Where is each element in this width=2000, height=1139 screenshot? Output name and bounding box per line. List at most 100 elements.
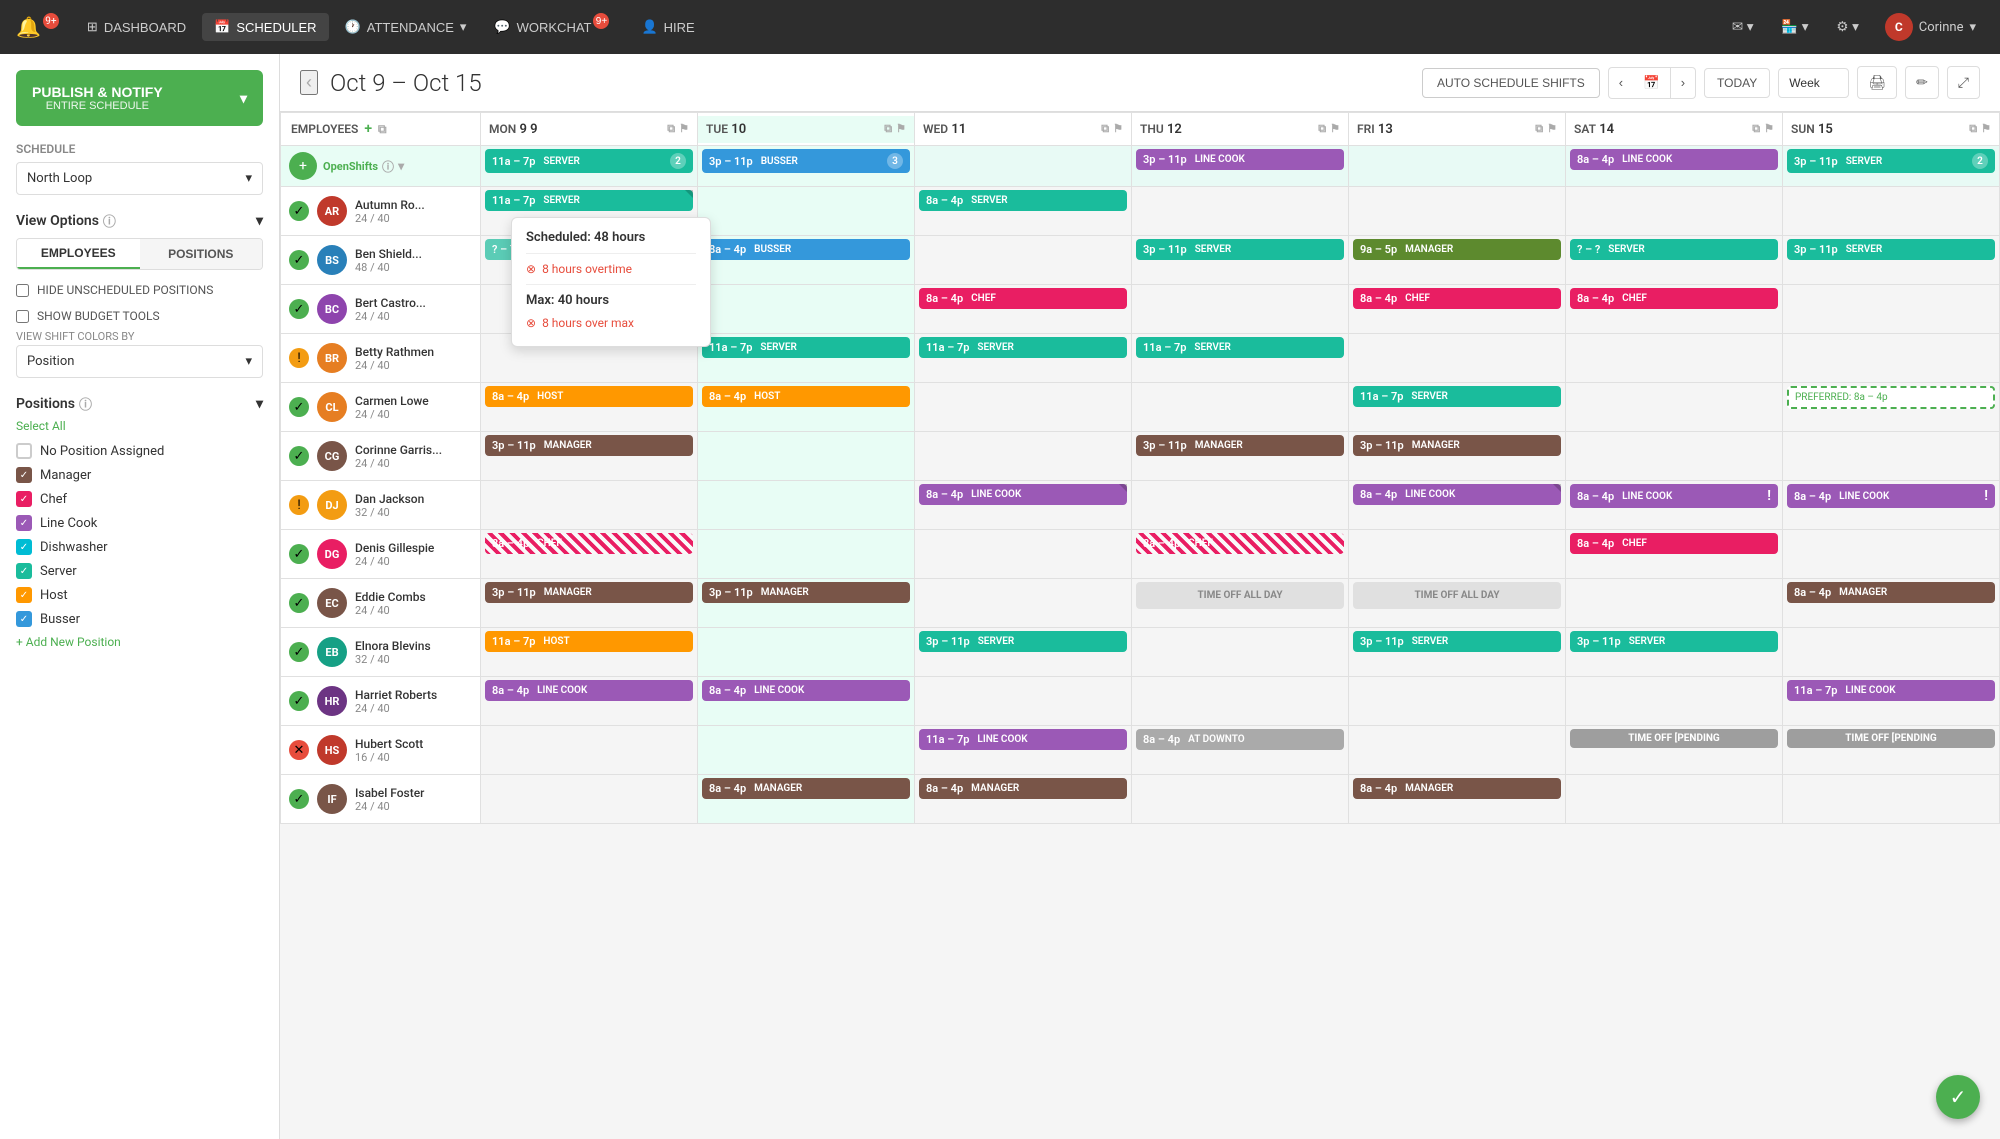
carmen-sun-cell[interactable]: PREFERRED: 8a – 4p (1783, 383, 2000, 432)
ben-sat-shift[interactable]: ? – ? SERVER (1570, 239, 1778, 260)
host-checkbox[interactable]: ✓ (16, 587, 32, 603)
bert-sat-shift[interactable]: 8a – 4p CHEF (1570, 288, 1778, 309)
denis-tue-cell[interactable] (698, 530, 915, 579)
open-sat-cell[interactable]: 8a – 4p LINE COOK (1566, 146, 1783, 187)
print-btn[interactable]: 🖨 (1857, 66, 1897, 99)
user-menu-btn[interactable]: C Corinne ▾ (1877, 9, 1984, 45)
edit-btn[interactable]: ✏ (1905, 66, 1939, 99)
prev-week-btn[interactable]: ‹ (1608, 67, 1633, 99)
eddie-sat-cell[interactable] (1566, 579, 1783, 628)
sun-copy-icon[interactable]: ⧉ (1969, 122, 1977, 136)
mon-copy-icon[interactable]: ⧉ (667, 122, 675, 136)
employees-view-btn[interactable]: EMPLOYEES (17, 239, 140, 269)
carmen-tue-shift[interactable]: 8a – 4p HOST (702, 386, 910, 407)
denis-mon-cell[interactable]: 8a – 4p CHEF (481, 530, 698, 579)
carmen-fri-shift[interactable]: 11a – 7p SERVER (1353, 386, 1561, 407)
copy-icon[interactable]: ⧉ (378, 122, 387, 137)
ben-thu-shift[interactable]: 3p – 11p SERVER (1136, 239, 1344, 260)
denis-sat-cell[interactable]: 8a – 4p CHEF (1566, 530, 1783, 579)
denis-fri-cell[interactable] (1349, 530, 1566, 579)
denis-sun-cell[interactable] (1783, 530, 2000, 579)
eddie-sun-cell[interactable]: 8a – 4p MANAGER (1783, 579, 2000, 628)
isabel-wed-shift[interactable]: 8a – 4p MANAGER (919, 778, 1127, 799)
back-btn[interactable]: ‹ (300, 70, 318, 95)
show-budget-checkbox[interactable]: SHOW BUDGET TOOLS (16, 306, 263, 326)
eddie-wed-cell[interactable] (915, 579, 1132, 628)
hubert-sat-cell[interactable]: TIME OFF [PENDING (1566, 726, 1783, 775)
harriet-wed-cell[interactable] (915, 677, 1132, 726)
ben-sat-cell[interactable]: ? – ? SERVER (1566, 236, 1783, 285)
fri-copy-icon[interactable]: ⧉ (1535, 122, 1543, 136)
no-position-checkbox[interactable] (16, 443, 32, 459)
harriet-tue-cell[interactable]: 8a – 4p LINE COOK (698, 677, 915, 726)
carmen-tue-cell[interactable]: 8a – 4p HOST (698, 383, 915, 432)
wed-copy-icon[interactable]: ⧉ (1101, 122, 1109, 136)
dan-sat-shift[interactable]: 8a – 4p LINE COOK ! (1570, 484, 1778, 508)
betty-thu-shift[interactable]: 11a – 7p SERVER (1136, 337, 1344, 358)
corinne-mon-cell[interactable]: 3p – 11p MANAGER (481, 432, 698, 481)
tue-copy-icon[interactable]: ⧉ (884, 122, 892, 136)
scheduler-nav-btn[interactable]: 📅 SCHEDULER (202, 13, 328, 41)
denis-thu-shift[interactable]: 8a – 4p CHEF (1136, 533, 1344, 554)
corinne-wed-cell[interactable] (915, 432, 1132, 481)
carmen-mon-shift[interactable]: 8a – 4p HOST (485, 386, 693, 407)
sat-flag-icon[interactable]: ⚑ (1764, 122, 1774, 136)
next-week-btn[interactable]: › (1671, 67, 1696, 99)
autumn-mon-cell[interactable]: 11a – 7p SERVER Scheduled: 48 hours ⊗ (481, 187, 698, 236)
open-sun-cell[interactable]: 3p – 11p SERVER 2 (1783, 146, 2000, 187)
corinne-sun-cell[interactable] (1783, 432, 2000, 481)
bell-icon[interactable]: 🔔 (16, 15, 41, 39)
bert-wed-cell[interactable]: 8a – 4p CHEF (915, 285, 1132, 334)
dan-wed-shift[interactable]: 8a – 4p LINE COOK (919, 484, 1127, 505)
isabel-fri-shift[interactable]: 8a – 4p MANAGER (1353, 778, 1561, 799)
open-tue-cell[interactable]: 3p – 11p BUSSER 3 (698, 146, 915, 187)
autumn-mon-shift[interactable]: 11a – 7p SERVER (485, 190, 693, 211)
ben-tue-cell[interactable]: 8a – 4p BUSSER (698, 236, 915, 285)
corinne-sat-cell[interactable] (1566, 432, 1783, 481)
elnora-thu-cell[interactable] (1132, 628, 1349, 677)
carmen-wed-cell[interactable] (915, 383, 1132, 432)
harriet-fri-cell[interactable] (1349, 677, 1566, 726)
isabel-sun-cell[interactable] (1783, 775, 2000, 824)
isabel-thu-cell[interactable] (1132, 775, 1349, 824)
hubert-tue-cell[interactable] (698, 726, 915, 775)
open-fri-cell[interactable] (1349, 146, 1566, 187)
busser-checkbox[interactable]: ✓ (16, 611, 32, 627)
bert-tue-cell[interactable] (698, 285, 915, 334)
dashboard-nav-btn[interactable]: ⊞ DASHBOARD (75, 13, 198, 41)
carmen-thu-cell[interactable] (1132, 383, 1349, 432)
elnora-mon-cell[interactable]: 11a – 7p HOST (481, 628, 698, 677)
dan-wed-cell[interactable]: 8a – 4p LINE COOK (915, 481, 1132, 530)
open-sun-shift[interactable]: 3p – 11p SERVER 2 (1787, 149, 1995, 173)
bert-sun-cell[interactable] (1783, 285, 2000, 334)
open-tue-shift[interactable]: 3p – 11p BUSSER 3 (702, 149, 910, 173)
isabel-sat-cell[interactable] (1566, 775, 1783, 824)
elnora-sat-shift[interactable]: 3p – 11p SERVER (1570, 631, 1778, 652)
ben-tue-shift[interactable]: 8a – 4p BUSSER (702, 239, 910, 260)
open-sat-shift[interactable]: 8a – 4p LINE COOK (1570, 149, 1778, 170)
elnora-wed-shift[interactable]: 3p – 11p SERVER (919, 631, 1127, 652)
hubert-sun-cell[interactable]: TIME OFF [PENDING (1783, 726, 2000, 775)
corinne-thu-shift[interactable]: 3p – 11p MANAGER (1136, 435, 1344, 456)
eddie-tue-cell[interactable]: 3p – 11p MANAGER (698, 579, 915, 628)
autumn-fri-cell[interactable] (1349, 187, 1566, 236)
bert-fri-shift[interactable]: 8a – 4p CHEF (1353, 288, 1561, 309)
open-thu-cell[interactable]: 3p – 11p LINE COOK (1132, 146, 1349, 187)
week-select[interactable]: Week (1778, 68, 1849, 98)
chef-checkbox[interactable]: ✓ (16, 491, 32, 507)
ben-thu-cell[interactable]: 3p – 11p SERVER (1132, 236, 1349, 285)
today-btn[interactable]: TODAY (1704, 68, 1770, 98)
server-checkbox[interactable]: ✓ (16, 563, 32, 579)
manager-checkbox[interactable]: ✓ (16, 467, 32, 483)
hubert-mon-cell[interactable] (481, 726, 698, 775)
denis-mon-shift[interactable]: 8a – 4p CHEF (485, 533, 693, 554)
view-options-header[interactable]: View Options ⓘ ▾ (16, 211, 263, 230)
thu-copy-icon[interactable]: ⧉ (1318, 122, 1326, 136)
harriet-sat-cell[interactable] (1566, 677, 1783, 726)
workchat-nav-btn[interactable]: 💬 WORKCHAT 9+ (482, 13, 625, 41)
ben-sun-cell[interactable]: 3p – 11p SERVER (1783, 236, 2000, 285)
dan-thu-cell[interactable] (1132, 481, 1349, 530)
eddie-sun-shift[interactable]: 8a – 4p MANAGER (1787, 582, 1995, 603)
betty-wed-cell[interactable]: 11a – 7p SERVER (915, 334, 1132, 383)
show-budget-input[interactable] (16, 310, 29, 323)
